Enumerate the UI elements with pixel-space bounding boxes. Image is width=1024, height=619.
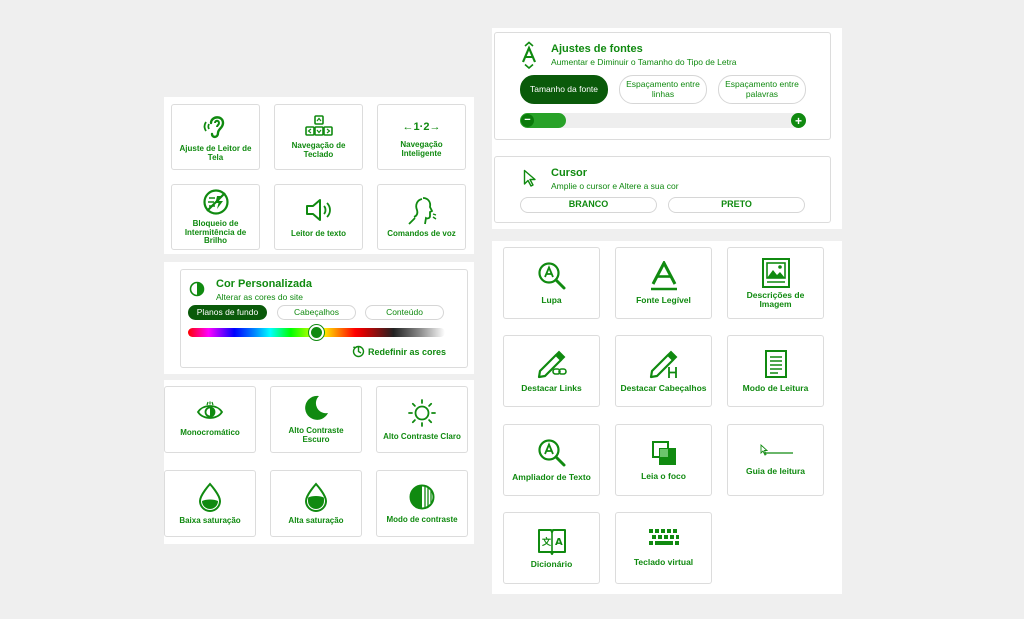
tab-font-size[interactable]: Tamanho da fonte bbox=[520, 75, 608, 104]
cursor-black-button[interactable]: PRETO bbox=[668, 197, 805, 213]
highlight-headings-button[interactable]: Destacar Cabeçalhos bbox=[615, 335, 712, 407]
increase-font-button[interactable]: + bbox=[791, 113, 806, 128]
tile-label: Ampliador de Texto bbox=[512, 471, 591, 482]
tab-word-spacing[interactable]: Espaçamento entre palavras bbox=[718, 75, 806, 104]
dark-high-contrast-button[interactable]: Alto Contraste Escuro bbox=[270, 386, 362, 453]
tile-label: Modo de contraste bbox=[386, 514, 458, 524]
tile-label: Alto Contraste Escuro bbox=[288, 426, 344, 444]
tab-line-spacing[interactable]: Espaçamento entre linhas bbox=[619, 75, 707, 104]
contrast-icon bbox=[408, 483, 436, 511]
keyboard-navigation-button[interactable]: Navegação de Teclado bbox=[274, 104, 363, 170]
tile-label: Comandos de voz bbox=[387, 228, 456, 238]
cursor-icon bbox=[523, 169, 537, 187]
low-saturation-button[interactable]: Baixa saturação bbox=[164, 470, 256, 537]
drop-low-icon bbox=[197, 482, 223, 512]
magnifier-button[interactable]: Lupa bbox=[503, 247, 600, 319]
reading-guide-icon bbox=[758, 443, 794, 457]
no-flash-icon bbox=[202, 188, 230, 216]
tile-label: Teclado virtual bbox=[633, 557, 694, 568]
contrast-mode-button[interactable]: Modo de contraste bbox=[376, 470, 468, 537]
tile-label: Destacar Links bbox=[521, 382, 582, 393]
tab-backgrounds[interactable]: Planos de fundo bbox=[188, 305, 267, 320]
image-descriptions-button[interactable]: Descrições de Imagem bbox=[727, 247, 824, 319]
tile-label: Alto Contraste Claro bbox=[383, 431, 461, 441]
speaker-icon bbox=[304, 196, 334, 224]
font-a-icon bbox=[650, 260, 678, 291]
svg-text:A: A bbox=[555, 537, 563, 548]
tab-content[interactable]: Conteúdo bbox=[365, 305, 444, 320]
text-reader-button[interactable]: Leitor de texto bbox=[274, 184, 363, 250]
readable-font-button[interactable]: Fonte Legível bbox=[615, 247, 712, 319]
svg-text:文: 文 bbox=[541, 536, 552, 548]
tile-label: Alta saturação bbox=[288, 515, 344, 525]
font-card-title: Ajustes de fontes bbox=[551, 43, 643, 55]
tile-label: Baixa saturação bbox=[179, 515, 241, 525]
eye-icon bbox=[196, 401, 224, 423]
cursor-card-subtitle: Amplie o cursor e Altere a sua cor bbox=[551, 181, 679, 191]
ear-icon bbox=[201, 111, 231, 141]
tile-label: Leitor de texto bbox=[290, 228, 347, 238]
reset-colors-button[interactable]: Redefinir as cores bbox=[368, 347, 446, 357]
book-icon: 文 A bbox=[537, 527, 567, 555]
color-slider-handle[interactable] bbox=[309, 325, 324, 340]
half-circle-icon bbox=[189, 281, 205, 297]
smart-navigation-icon: ←1·2→ bbox=[402, 121, 441, 134]
tile-label: Guia de leitura bbox=[745, 466, 806, 477]
tab-headings[interactable]: Cabeçalhos bbox=[277, 305, 356, 320]
drop-high-icon bbox=[303, 482, 329, 512]
monochrome-button[interactable]: Monocromático bbox=[164, 386, 256, 453]
read-focus-button[interactable]: Leia o foco bbox=[615, 424, 712, 496]
tile-label: Monocromático bbox=[180, 428, 240, 438]
text-magnifier-button[interactable]: Ampliador de Texto bbox=[503, 424, 600, 496]
keyboard-arrows-icon bbox=[304, 114, 333, 137]
tile-label: Ajuste de Leitor de Tela bbox=[179, 144, 252, 162]
cursor-card-title: Cursor bbox=[551, 167, 588, 179]
reading-mode-button[interactable]: Modo de Leitura bbox=[727, 335, 824, 407]
cursor-white-button[interactable]: BRANCO bbox=[520, 197, 657, 213]
color-card-title: Cor Personalizada bbox=[216, 278, 312, 290]
highlight-links-button[interactable]: Destacar Links bbox=[503, 335, 600, 407]
moon-icon bbox=[302, 394, 330, 422]
screen-reader-adjust-button[interactable]: Ajuste de Leitor de Tela bbox=[171, 104, 260, 170]
pencil-heading-icon bbox=[648, 349, 680, 379]
dictionary-button[interactable]: 文 A Dicionário bbox=[503, 512, 600, 584]
virtual-keyboard-button[interactable]: Teclado virtual bbox=[615, 512, 712, 584]
font-size-icon bbox=[521, 41, 537, 69]
flash-blocking-button[interactable]: Bloqueio de Intermitência de Brilho bbox=[171, 184, 260, 250]
reading-guide-button[interactable]: Guia de leitura bbox=[727, 424, 824, 496]
tile-label: Navegação de Teclado bbox=[291, 140, 346, 159]
virtual-keyboard-icon bbox=[648, 528, 680, 550]
tile-label: Descrições de Imagem bbox=[746, 289, 805, 309]
magnifier-icon bbox=[537, 261, 567, 291]
text-zoom-icon bbox=[537, 438, 567, 468]
tile-label: Modo de Leitura bbox=[742, 382, 809, 393]
tile-label: Destacar Cabeçalhos bbox=[620, 382, 707, 393]
tile-label: Bloqueio de Intermitência de Brilho bbox=[184, 218, 247, 246]
image-icon bbox=[761, 257, 791, 289]
tile-label: Navegação Inteligente bbox=[400, 140, 443, 158]
tile-label: Dicionário bbox=[530, 558, 573, 569]
document-icon bbox=[764, 349, 788, 379]
high-saturation-button[interactable]: Alta saturação bbox=[270, 470, 362, 537]
focus-squares-icon bbox=[650, 439, 678, 467]
color-card-subtitle: Alterar as cores do site bbox=[216, 292, 303, 302]
light-high-contrast-button[interactable]: Alto Contraste Claro bbox=[376, 386, 468, 453]
tile-label: Lupa bbox=[541, 294, 562, 305]
decrease-font-button[interactable]: − bbox=[521, 114, 534, 127]
pencil-link-icon bbox=[536, 349, 568, 379]
voice-commands-button[interactable]: Comandos de voz bbox=[377, 184, 466, 250]
smart-navigation-button[interactable]: ←1·2→ Navegação Inteligente bbox=[377, 104, 466, 170]
tile-label: Leia o foco bbox=[641, 470, 686, 481]
font-card-subtitle: Aumentar e Diminuir o Tamanho do Tipo de… bbox=[551, 57, 737, 67]
voice-command-icon bbox=[407, 196, 437, 226]
tile-label: Fonte Legível bbox=[636, 294, 691, 305]
reset-icon[interactable] bbox=[352, 345, 365, 358]
sun-icon bbox=[407, 398, 437, 428]
